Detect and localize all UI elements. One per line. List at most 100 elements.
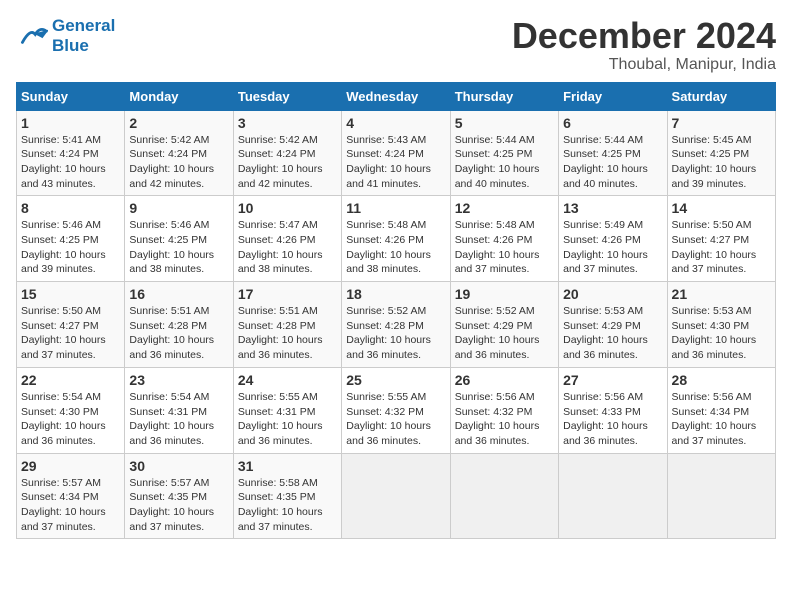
day-cell-9: 9Sunrise: 5:46 AMSunset: 4:25 PMDaylight… xyxy=(125,196,233,282)
day-number: 2 xyxy=(129,115,228,131)
calendar-week-5: 29 Sunrise: 5:57 AMSunset: 4:34 PMDayligh… xyxy=(17,453,776,539)
empty-cell xyxy=(342,453,450,539)
location: Thoubal, Manipur, India xyxy=(512,56,776,74)
day-number: 18 xyxy=(346,286,445,302)
day-cell-25: 25 Sunrise: 5:55 AMSunset: 4:32 PMDayligh… xyxy=(342,367,450,453)
day-number: 3 xyxy=(238,115,337,131)
calendar-week-3: 15 Sunrise: 5:50 AMSunset: 4:27 PMDayligh… xyxy=(17,282,776,368)
day-cell-24: 24Sunrise: 5:55 AMSunset: 4:31 PMDayligh… xyxy=(233,367,341,453)
title-block: December 2024 Thoubal, Manipur, India xyxy=(512,16,776,74)
day-cell-8: 8 Sunrise: 5:46 AMSunset: 4:25 PMDaylight… xyxy=(17,196,125,282)
day-cell-21: 21Sunrise: 5:53 AMSunset: 4:30 PMDayligh… xyxy=(667,282,775,368)
day-cell-2: 2 Sunrise: 5:42 AMSunset: 4:24 PMDaylight… xyxy=(125,110,233,196)
day-number: 15 xyxy=(21,286,120,302)
day-cell-13: 13 Sunrise: 5:49 AMSunset: 4:26 PMDayligh… xyxy=(559,196,667,282)
day-cell-31: 31Sunrise: 5:58 AMSunset: 4:35 PMDayligh… xyxy=(233,453,341,539)
month-title: December 2024 xyxy=(512,16,776,56)
day-cell-3: 3Sunrise: 5:42 AMSunset: 4:24 PMDaylight… xyxy=(233,110,341,196)
day-cell-18: 18Sunrise: 5:52 AMSunset: 4:28 PMDayligh… xyxy=(342,282,450,368)
day-info: Sunrise: 5:56 AMSunset: 4:32 PMDaylight:… xyxy=(455,390,554,449)
day-info: Sunrise: 5:48 AMSunset: 4:26 PMDaylight:… xyxy=(346,218,445,277)
page-header: General Blue December 2024 Thoubal, Mani… xyxy=(16,16,776,74)
day-info: Sunrise: 5:50 AMSunset: 4:27 PMDaylight:… xyxy=(21,304,120,363)
day-cell-19: 19 Sunrise: 5:52 AMSunset: 4:29 PMDayligh… xyxy=(450,282,558,368)
day-number: 30 xyxy=(129,458,228,474)
day-info: Sunrise: 5:56 AMSunset: 4:34 PMDaylight:… xyxy=(672,390,771,449)
day-info: Sunrise: 5:44 AMSunset: 4:25 PMDaylight:… xyxy=(455,133,554,192)
day-cell-1: 1 Sunrise: 5:41 AMSunset: 4:24 PMDaylight… xyxy=(17,110,125,196)
day-info: Sunrise: 5:44 AMSunset: 4:25 PMDaylight:… xyxy=(563,133,662,192)
day-number: 6 xyxy=(563,115,662,131)
day-info: Sunrise: 5:54 AMSunset: 4:30 PMDaylight:… xyxy=(21,390,120,449)
header-tuesday: Tuesday xyxy=(233,82,341,110)
day-info: Sunrise: 5:42 AMSunset: 4:24 PMDaylight:… xyxy=(129,133,228,192)
day-cell-6: 6 Sunrise: 5:44 AMSunset: 4:25 PMDaylight… xyxy=(559,110,667,196)
day-number: 16 xyxy=(129,286,228,302)
day-cell-27: 27 Sunrise: 5:56 AMSunset: 4:33 PMDayligh… xyxy=(559,367,667,453)
day-info: Sunrise: 5:46 AMSunset: 4:25 PMDaylight:… xyxy=(21,218,120,277)
header-saturday: Saturday xyxy=(667,82,775,110)
day-number: 10 xyxy=(238,200,337,216)
weekday-header-row: Sunday Monday Tuesday Wednesday Thursday… xyxy=(17,82,776,110)
day-info: Sunrise: 5:53 AMSunset: 4:30 PMDaylight:… xyxy=(672,304,771,363)
header-sunday: Sunday xyxy=(17,82,125,110)
day-cell-16: 16 Sunrise: 5:51 AMSunset: 4:28 PMDayligh… xyxy=(125,282,233,368)
day-info: Sunrise: 5:55 AMSunset: 4:32 PMDaylight:… xyxy=(346,390,445,449)
day-number: 27 xyxy=(563,372,662,388)
day-number: 29 xyxy=(21,458,120,474)
day-cell-23: 23 Sunrise: 5:54 AMSunset: 4:31 PMDayligh… xyxy=(125,367,233,453)
day-cell-17: 17Sunrise: 5:51 AMSunset: 4:28 PMDayligh… xyxy=(233,282,341,368)
day-cell-15: 15 Sunrise: 5:50 AMSunset: 4:27 PMDayligh… xyxy=(17,282,125,368)
day-info: Sunrise: 5:43 AMSunset: 4:24 PMDaylight:… xyxy=(346,133,445,192)
day-info: Sunrise: 5:45 AMSunset: 4:25 PMDaylight:… xyxy=(672,133,771,192)
day-number: 4 xyxy=(346,115,445,131)
day-info: Sunrise: 5:50 AMSunset: 4:27 PMDaylight:… xyxy=(672,218,771,277)
day-cell-11: 11Sunrise: 5:48 AMSunset: 4:26 PMDayligh… xyxy=(342,196,450,282)
day-info: Sunrise: 5:47 AMSunset: 4:26 PMDaylight:… xyxy=(238,218,337,277)
day-number: 26 xyxy=(455,372,554,388)
day-number: 7 xyxy=(672,115,771,131)
empty-cell xyxy=(559,453,667,539)
day-info: Sunrise: 5:51 AMSunset: 4:28 PMDaylight:… xyxy=(129,304,228,363)
empty-cell xyxy=(450,453,558,539)
day-number: 13 xyxy=(563,200,662,216)
day-cell-30: 30 Sunrise: 5:57 AMSunset: 4:35 PMDayligh… xyxy=(125,453,233,539)
day-info: Sunrise: 5:57 AMSunset: 4:35 PMDaylight:… xyxy=(129,476,228,535)
day-number: 5 xyxy=(455,115,554,131)
day-number: 19 xyxy=(455,286,554,302)
header-monday: Monday xyxy=(125,82,233,110)
calendar-table: Sunday Monday Tuesday Wednesday Thursday… xyxy=(16,82,776,540)
day-info: Sunrise: 5:56 AMSunset: 4:33 PMDaylight:… xyxy=(563,390,662,449)
day-cell-5: 5 Sunrise: 5:44 AMSunset: 4:25 PMDaylight… xyxy=(450,110,558,196)
day-info: Sunrise: 5:55 AMSunset: 4:31 PMDaylight:… xyxy=(238,390,337,449)
day-info: Sunrise: 5:52 AMSunset: 4:29 PMDaylight:… xyxy=(455,304,554,363)
calendar-week-4: 22Sunrise: 5:54 AMSunset: 4:30 PMDayligh… xyxy=(17,367,776,453)
day-number: 28 xyxy=(672,372,771,388)
day-cell-26: 26 Sunrise: 5:56 AMSunset: 4:32 PMDayligh… xyxy=(450,367,558,453)
day-info: Sunrise: 5:54 AMSunset: 4:31 PMDaylight:… xyxy=(129,390,228,449)
day-info: Sunrise: 5:49 AMSunset: 4:26 PMDaylight:… xyxy=(563,218,662,277)
calendar-week-2: 8 Sunrise: 5:46 AMSunset: 4:25 PMDaylight… xyxy=(17,196,776,282)
day-info: Sunrise: 5:53 AMSunset: 4:29 PMDaylight:… xyxy=(563,304,662,363)
logo: General Blue xyxy=(16,16,115,55)
day-number: 20 xyxy=(563,286,662,302)
day-cell-20: 20 Sunrise: 5:53 AMSunset: 4:29 PMDayligh… xyxy=(559,282,667,368)
day-number: 8 xyxy=(21,200,120,216)
logo-text: General Blue xyxy=(52,16,115,55)
day-number: 31 xyxy=(238,458,337,474)
day-cell-28: 28 Sunrise: 5:56 AMSunset: 4:34 PMDayligh… xyxy=(667,367,775,453)
day-number: 17 xyxy=(238,286,337,302)
calendar-week-1: 1 Sunrise: 5:41 AMSunset: 4:24 PMDaylight… xyxy=(17,110,776,196)
header-wednesday: Wednesday xyxy=(342,82,450,110)
day-info: Sunrise: 5:46 AMSunset: 4:25 PMDaylight:… xyxy=(129,218,228,277)
day-cell-14: 14Sunrise: 5:50 AMSunset: 4:27 PMDayligh… xyxy=(667,196,775,282)
day-number: 1 xyxy=(21,115,120,131)
day-cell-4: 4 Sunrise: 5:43 AMSunset: 4:24 PMDaylight… xyxy=(342,110,450,196)
day-cell-12: 12Sunrise: 5:48 AMSunset: 4:26 PMDayligh… xyxy=(450,196,558,282)
day-number: 25 xyxy=(346,372,445,388)
day-info: Sunrise: 5:41 AMSunset: 4:24 PMDaylight:… xyxy=(21,133,120,192)
day-info: Sunrise: 5:57 AMSunset: 4:34 PMDaylight:… xyxy=(21,476,120,535)
logo-icon xyxy=(16,20,48,52)
day-number: 23 xyxy=(129,372,228,388)
header-thursday: Thursday xyxy=(450,82,558,110)
